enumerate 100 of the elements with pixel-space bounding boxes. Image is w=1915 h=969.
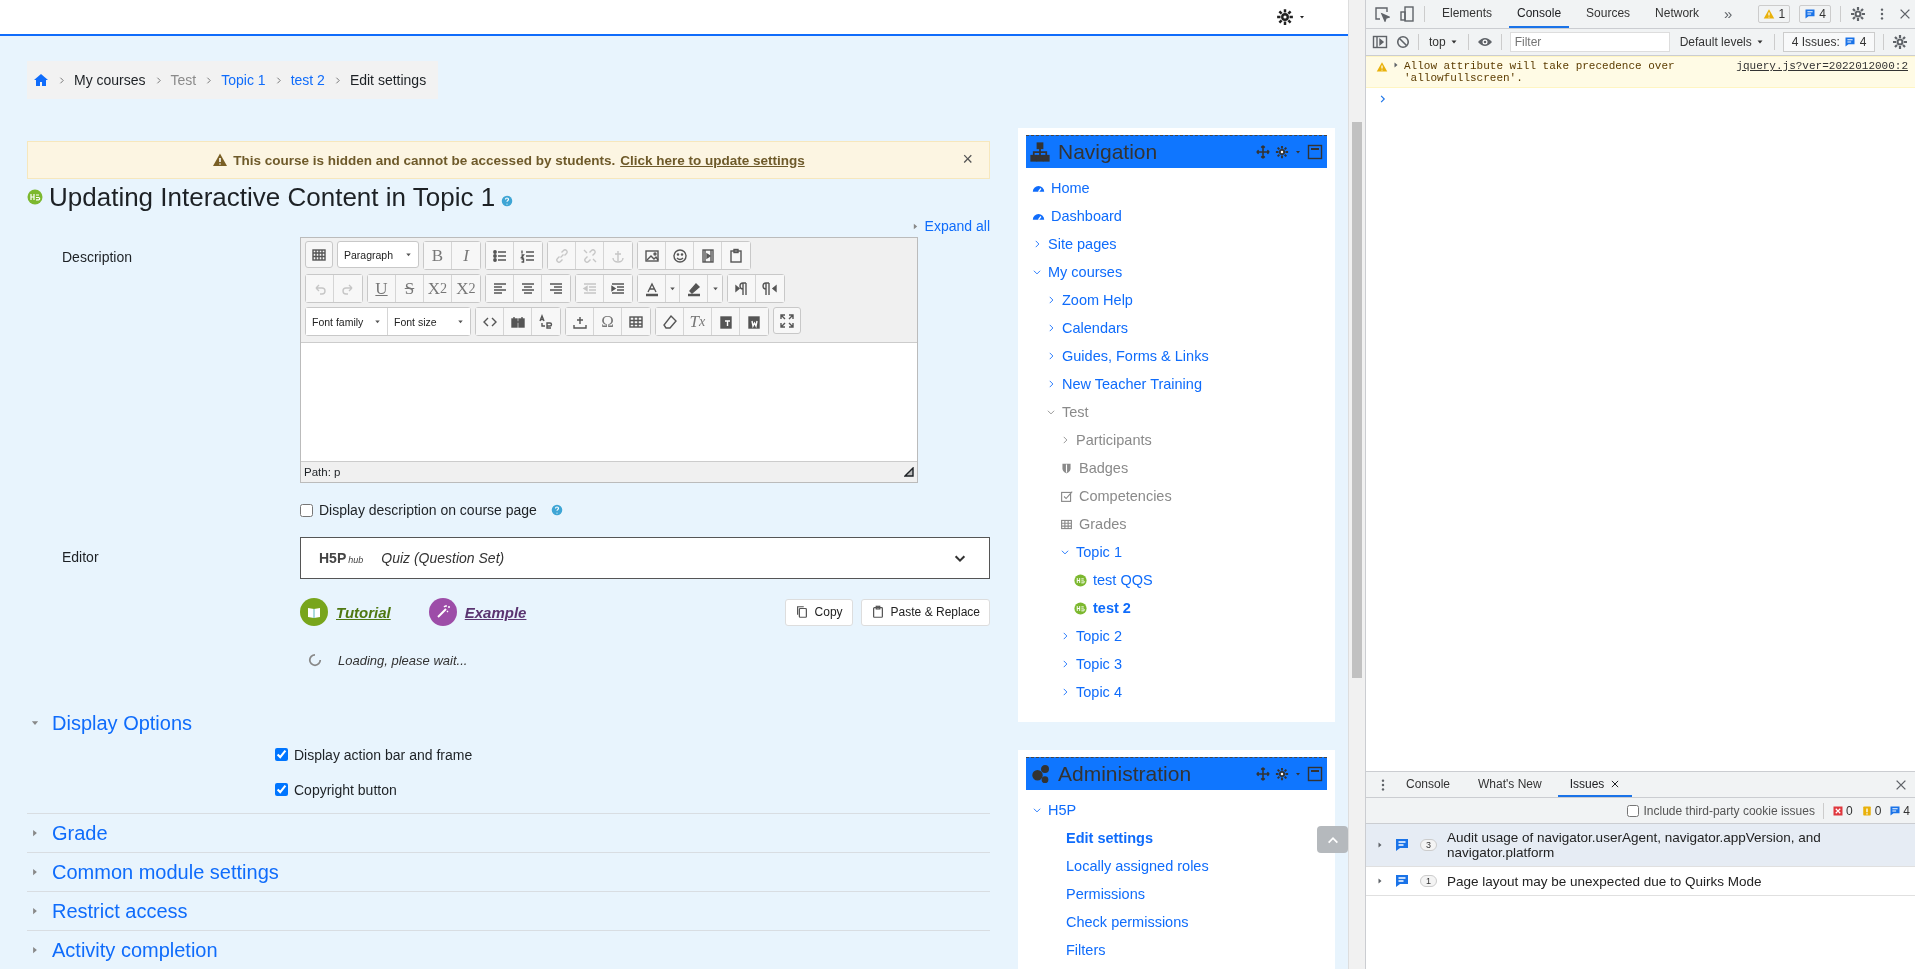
checkbox[interactable] xyxy=(275,783,288,796)
sidebar-icon[interactable] xyxy=(1372,34,1388,50)
nav-link[interactable]: Topic 1 xyxy=(1076,544,1122,560)
devtools-tab[interactable]: Sources xyxy=(1578,0,1639,28)
source-link[interactable]: jquery.js?ver=2022012000:2 xyxy=(1736,60,1908,72)
paste-replace-button[interactable]: Paste & Replace xyxy=(860,598,990,626)
nav-link[interactable]: Badges xyxy=(1079,460,1129,476)
chevron-icon[interactable] xyxy=(1060,687,1070,697)
nav-link[interactable]: Zoom Help xyxy=(1062,292,1133,308)
ltr-button[interactable] xyxy=(728,275,756,302)
close-button[interactable]: × xyxy=(962,150,973,168)
context-select[interactable]: top xyxy=(1427,35,1460,49)
clear-icon[interactable] xyxy=(1396,35,1410,49)
chevron-icon[interactable] xyxy=(1060,435,1070,445)
minimize-icon[interactable] xyxy=(1307,144,1323,160)
expand-all-link[interactable]: Expand all xyxy=(910,215,990,237)
example-link[interactable]: Example xyxy=(464,603,527,621)
settings-icon[interactable] xyxy=(1275,145,1289,159)
message-count-badge[interactable]: 4 xyxy=(1799,5,1831,23)
chevron-icon[interactable] xyxy=(1032,239,1042,249)
expand-triangle-icon[interactable] xyxy=(1392,61,1400,69)
levels-select[interactable]: Default levels xyxy=(1677,35,1766,49)
dropdown-select[interactable]: Paragraph xyxy=(337,241,419,268)
device-icon[interactable] xyxy=(1399,6,1415,22)
nav-link[interactable]: Competencies xyxy=(1079,488,1172,504)
tutorial-link[interactable]: Tutorial xyxy=(336,603,391,621)
settings-icon[interactable] xyxy=(1849,6,1866,22)
move-icon[interactable] xyxy=(1256,145,1270,159)
nav-link[interactable]: Grades xyxy=(1079,516,1127,532)
chevron-icon[interactable] xyxy=(1046,379,1056,389)
home-icon[interactable] xyxy=(33,72,49,88)
devtools-tab[interactable]: Elements xyxy=(1434,0,1501,28)
nav-link[interactable]: Test xyxy=(1062,404,1089,420)
settings-icon[interactable] xyxy=(1892,34,1909,50)
nav-link[interactable]: H5P xyxy=(1048,802,1077,818)
nav-link[interactable]: Topic 4 xyxy=(1076,684,1122,700)
breadcrumb-item[interactable]: Topic 1 xyxy=(221,72,266,88)
underline-button[interactable]: U xyxy=(368,275,396,302)
section-heading[interactable]: Activity completion xyxy=(52,938,218,962)
nav-link[interactable]: Dashboard xyxy=(1051,208,1122,224)
toolbar-toggle-button[interactable] xyxy=(305,241,333,268)
breadcrumb-item[interactable]: test 2 xyxy=(290,72,325,88)
issue-row[interactable]: 3 Audit usage of navigator.userAgent, navigator.appVersion, and navigator.platform xyxy=(1366,824,1915,867)
nav-link[interactable]: New Teacher Training xyxy=(1062,376,1202,392)
text-color-button[interactable] xyxy=(638,275,666,302)
chevron-icon[interactable] xyxy=(1060,659,1070,669)
caret-icon[interactable] xyxy=(1294,770,1302,778)
bold-button[interactable]: B xyxy=(424,242,452,269)
eraser-button[interactable] xyxy=(656,308,684,335)
code-button[interactable] xyxy=(476,308,504,335)
caret-icon[interactable] xyxy=(1294,148,1302,156)
nav-link[interactable]: Calendars xyxy=(1062,320,1129,336)
settings-icon[interactable] xyxy=(1275,767,1289,781)
fullscreen-button[interactable] xyxy=(773,307,801,334)
nav-link[interactable]: Locally assigned roles xyxy=(1066,858,1209,874)
filter-field[interactable]: Filter xyxy=(1509,32,1670,52)
nav-link[interactable]: Filters xyxy=(1066,942,1106,958)
insert-button[interactable] xyxy=(566,308,594,335)
scrollbar[interactable] xyxy=(1348,0,1365,969)
more-tabs-button[interactable]: » xyxy=(1716,0,1741,28)
settings-menu-button[interactable] xyxy=(1276,8,1306,26)
inspect-icon[interactable] xyxy=(1374,6,1390,22)
help-icon[interactable] xyxy=(501,195,514,207)
issues-button[interactable]: 4 Issues: 4 xyxy=(1782,32,1876,52)
nav-link[interactable]: test 2 xyxy=(1093,600,1131,616)
nav-link[interactable]: Participants xyxy=(1076,432,1152,448)
align-left-button[interactable] xyxy=(486,275,514,302)
nav-link[interactable]: My courses xyxy=(1048,264,1123,280)
nav-link[interactable]: Topic 3 xyxy=(1076,656,1122,672)
help-icon[interactable] xyxy=(550,504,563,516)
nav-link[interactable]: Edit settings xyxy=(1066,830,1153,846)
chevron-icon[interactable] xyxy=(1032,267,1042,277)
chevron-icon[interactable] xyxy=(1032,805,1042,815)
checkbox[interactable] xyxy=(275,748,288,761)
chevron-icon[interactable] xyxy=(1060,631,1070,641)
section-heading[interactable]: Common module settings xyxy=(52,860,279,884)
checkbox[interactable] xyxy=(300,503,313,517)
content-type-select[interactable]: H5P hub Quiz (Question Set) xyxy=(300,537,990,579)
chevron-icon[interactable] xyxy=(1046,295,1056,305)
chevron-icon[interactable] xyxy=(1046,407,1056,417)
drawer-tab[interactable]: What's New xyxy=(1466,772,1554,797)
prompt-icon[interactable] xyxy=(1378,94,1388,104)
section-heading[interactable]: Grade xyxy=(52,821,108,845)
breadcrumb-item[interactable]: Test xyxy=(170,72,197,88)
devtools-tab[interactable]: Network xyxy=(1647,0,1708,28)
drawer-tab[interactable]: Console xyxy=(1394,772,1463,797)
nav-link[interactable]: Topic 2 xyxy=(1076,628,1122,644)
warning-count-badge[interactable]: 1 xyxy=(1758,5,1791,23)
update-settings-link[interactable]: Click here to update settings xyxy=(620,152,805,168)
nav-link[interactable]: Home xyxy=(1051,180,1090,196)
nav-link[interactable]: Check permissions xyxy=(1066,914,1189,930)
resize-grip-icon[interactable] xyxy=(904,467,914,477)
move-icon[interactable] xyxy=(1256,767,1270,781)
nav-link[interactable]: Site pages xyxy=(1048,236,1117,252)
nav-link[interactable]: Guides, Forms & Links xyxy=(1062,348,1209,364)
dropdown-select[interactable]: Font family xyxy=(306,308,388,335)
nav-link[interactable]: Permissions xyxy=(1066,886,1145,902)
chevron-icon[interactable] xyxy=(1060,547,1070,557)
checkbox[interactable] xyxy=(1626,804,1639,817)
section-heading[interactable]: Restrict access xyxy=(52,899,188,923)
